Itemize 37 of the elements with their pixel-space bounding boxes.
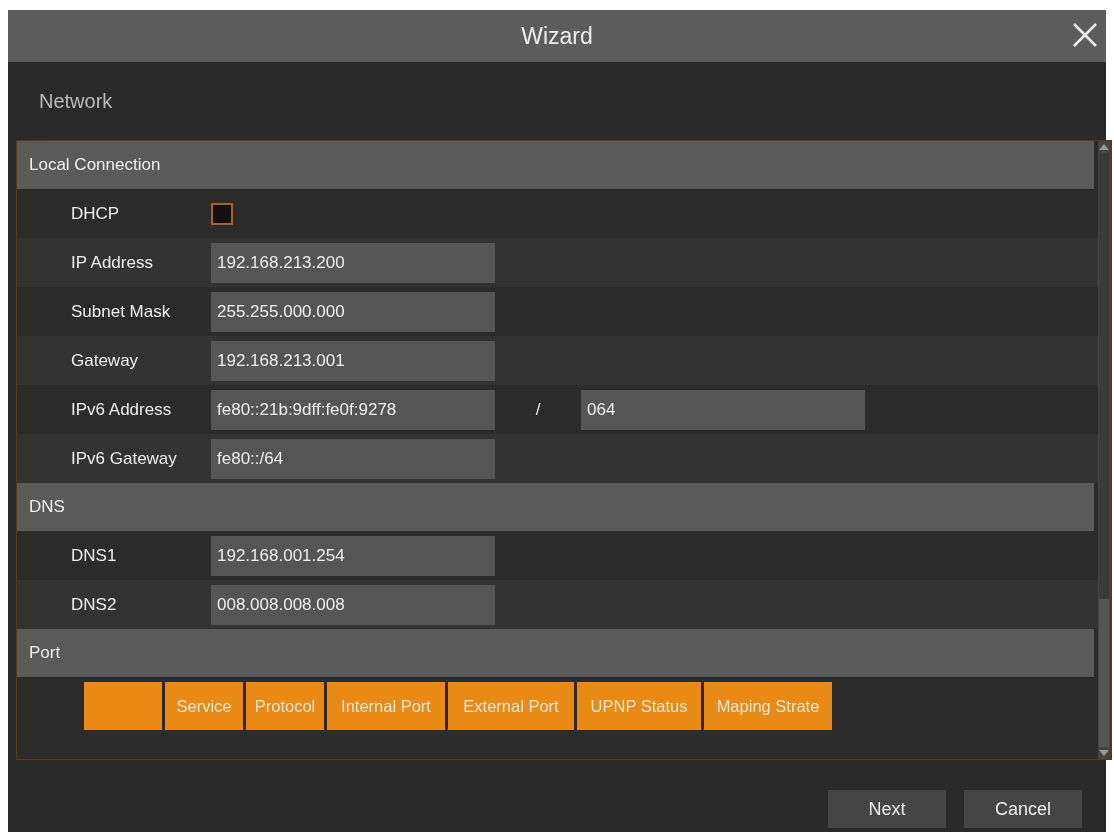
scroll-up-icon bbox=[1099, 143, 1109, 151]
scroll-down-icon bbox=[1099, 749, 1109, 757]
column-header: Internal Port bbox=[327, 682, 445, 730]
column-header: Protocol bbox=[246, 682, 324, 730]
window-title: Wizard bbox=[521, 22, 593, 50]
field-label: Subnet Mask bbox=[70, 301, 172, 322]
close-icon bbox=[1072, 22, 1098, 48]
column-header: UPNP Status bbox=[577, 682, 701, 730]
checkbox[interactable] bbox=[211, 202, 233, 225]
close-button[interactable] bbox=[1072, 22, 1098, 48]
field-label: DNS2 bbox=[70, 594, 118, 615]
input-field[interactable]: fe80::/64 bbox=[211, 438, 495, 479]
section-title: Port bbox=[29, 643, 61, 663]
input-field[interactable]: 192.168.213.200 bbox=[211, 242, 495, 283]
separator-text: / bbox=[534, 399, 542, 420]
column-header: Service bbox=[165, 682, 243, 730]
prefix-field[interactable]: 064 bbox=[581, 389, 865, 430]
field-label: IPv6 Gateway bbox=[70, 448, 178, 469]
field-label: Gateway bbox=[70, 350, 140, 371]
input-field[interactable]: 192.168.001.254 bbox=[211, 535, 495, 576]
section-title: Local Connection bbox=[29, 155, 161, 175]
dialog-button[interactable]: Next bbox=[828, 790, 946, 828]
scrollbar[interactable] bbox=[1098, 141, 1110, 759]
column-header: External Port bbox=[448, 682, 574, 730]
field-label: IP Address bbox=[70, 252, 154, 273]
dialog-button[interactable]: Cancel bbox=[964, 790, 1082, 828]
section-title: DNS bbox=[29, 497, 65, 517]
input-field[interactable]: 008.008.008.008 bbox=[211, 584, 495, 625]
field-label: DNS1 bbox=[70, 545, 118, 566]
field-label: DHCP bbox=[70, 203, 121, 224]
input-field[interactable]: 255.255.000.000 bbox=[211, 291, 495, 332]
input-field[interactable]: 192.168.213.001 bbox=[211, 340, 495, 381]
column-header: Maping Strate bbox=[704, 682, 832, 730]
input-field[interactable]: fe80::21b:9dff:fe0f:9278 bbox=[211, 389, 495, 430]
scrollbar-thumb[interactable] bbox=[1099, 153, 1109, 599]
field-label: IPv6 Address bbox=[70, 399, 173, 420]
page-title: Network bbox=[39, 89, 113, 113]
